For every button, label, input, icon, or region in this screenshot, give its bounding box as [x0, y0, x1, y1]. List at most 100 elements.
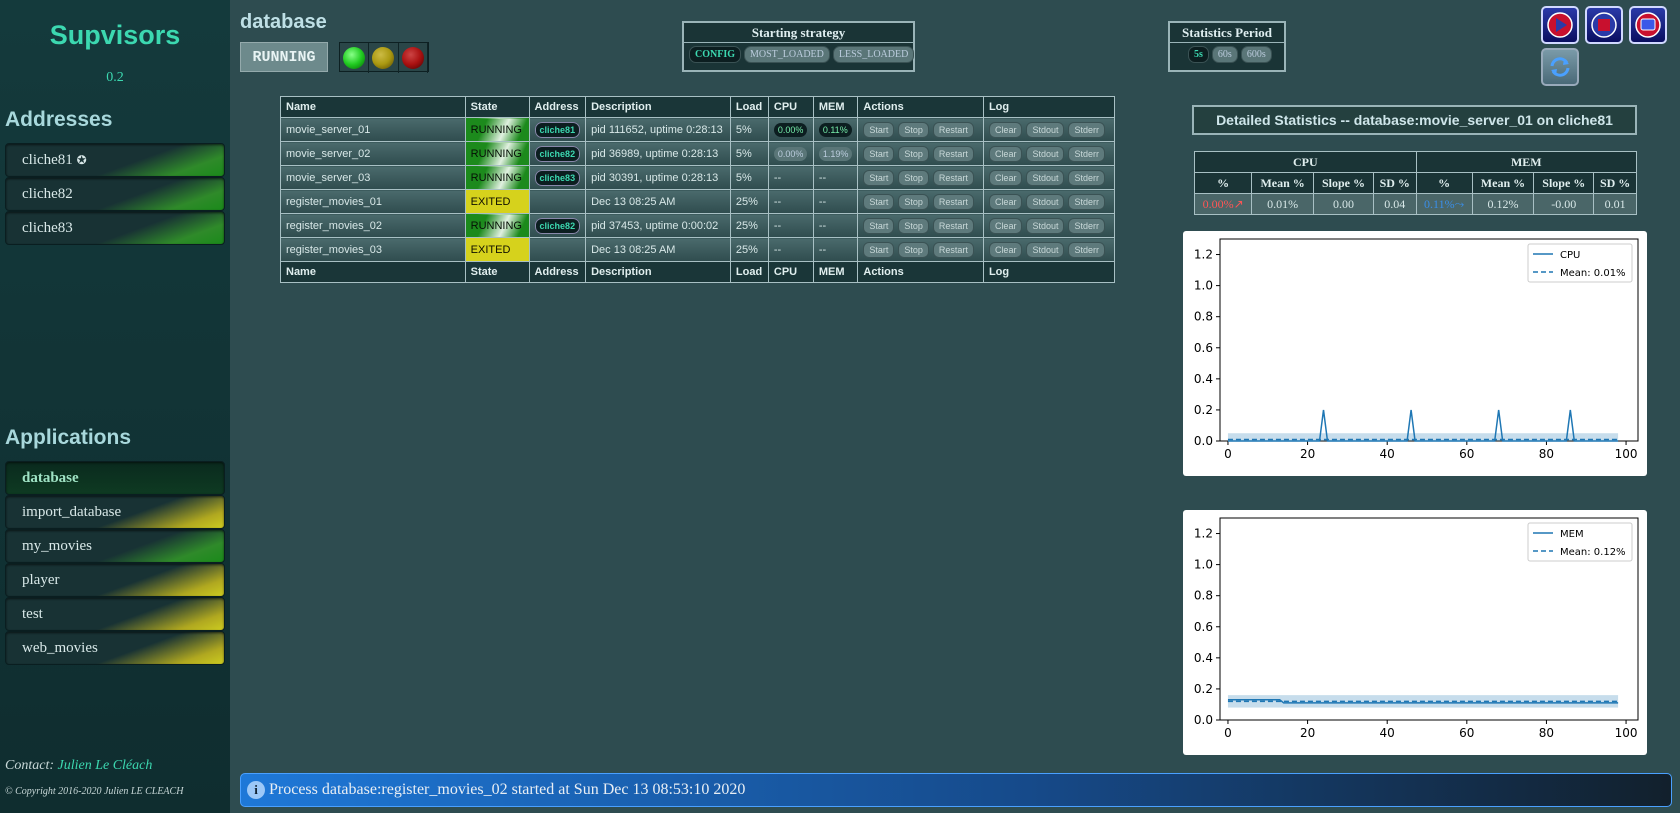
process-name[interactable]: register_movies_02	[280, 213, 466, 238]
application-label: test	[22, 606, 43, 622]
restart-button[interactable]: Restart	[932, 217, 974, 234]
stop-button[interactable]: Stop	[898, 169, 929, 186]
stats-subheader: Slope %	[1533, 172, 1595, 194]
strategy-less-loaded-button[interactable]: LESS_LOADED	[832, 46, 915, 63]
table-header-row: Name State Address Description Load CPU …	[280, 96, 1116, 118]
refresh-icon	[1550, 57, 1570, 77]
process-name[interactable]: movie_server_01	[280, 117, 466, 142]
restart-button[interactable]: Restart	[932, 145, 974, 162]
restart-button[interactable]: Restart	[932, 193, 974, 210]
start-button[interactable]: Start	[863, 217, 895, 234]
refresh-button[interactable]	[1541, 48, 1579, 86]
address-badge[interactable]: cliche81	[534, 121, 581, 138]
stop-button[interactable]: Stop	[898, 217, 929, 234]
process-address	[528, 189, 587, 214]
address-badge[interactable]: cliche82	[534, 145, 581, 162]
clear-button[interactable]: Clear	[988, 241, 1023, 258]
period-5s-button[interactable]: 5s	[1188, 46, 1209, 63]
application-item-player[interactable]: player	[5, 563, 225, 597]
stderr-button[interactable]: Stderr	[1068, 169, 1105, 186]
table-row: register_movies_02 RUNNING cliche82 pid …	[280, 213, 1116, 238]
application-item-test[interactable]: test	[5, 597, 225, 631]
clear-button[interactable]: Clear	[988, 193, 1023, 210]
start-button[interactable]: Start	[863, 145, 895, 162]
y-tick-label: 0.6	[1194, 341, 1213, 355]
stderr-button[interactable]: Stderr	[1068, 217, 1105, 234]
mem-stats-button[interactable]: 0.11%	[818, 122, 852, 137]
stop-button[interactable]: Stop	[898, 121, 929, 138]
process-name[interactable]: movie_server_02	[280, 141, 466, 166]
process-description: pid 36989, uptime 0:28:13	[585, 141, 731, 166]
cpu-stats-button[interactable]: 0.00%	[773, 146, 808, 161]
stderr-button[interactable]: Stderr	[1068, 241, 1105, 258]
process-mem: 1.19%	[812, 141, 859, 166]
clear-button[interactable]: Clear	[988, 121, 1023, 138]
stderr-button[interactable]: Stderr	[1068, 121, 1105, 138]
start-button[interactable]: Start	[863, 241, 895, 258]
restart-button[interactable]: Restart	[932, 121, 974, 138]
stdout-button[interactable]: Stdout	[1026, 217, 1065, 234]
stderr-button[interactable]: Stderr	[1068, 193, 1105, 210]
process-address: cliche83	[528, 165, 587, 190]
process-mem: --	[812, 213, 859, 238]
clear-button[interactable]: Clear	[988, 169, 1023, 186]
process-cpu: 0.00%	[767, 141, 814, 166]
start-button[interactable]: Start	[863, 169, 895, 186]
stdout-button[interactable]: Stdout	[1026, 145, 1065, 162]
table-row: movie_server_03 RUNNING cliche83 pid 303…	[280, 165, 1116, 190]
process-name[interactable]: register_movies_01	[280, 189, 466, 214]
start-button[interactable]: Start	[863, 193, 895, 210]
stats-value[interactable]: 0.00%↗	[1193, 193, 1253, 215]
shutdown-button[interactable]	[1585, 6, 1623, 44]
green-light	[340, 43, 370, 73]
x-tick-label: 0	[1224, 447, 1232, 461]
application-item-web-movies[interactable]: web_movies	[5, 631, 225, 665]
clear-button[interactable]: Clear	[988, 145, 1023, 162]
stdout-button[interactable]: Stdout	[1026, 241, 1065, 258]
application-item-my-movies[interactable]: my_movies	[5, 529, 225, 563]
message-bar: i Process database:register_movies_02 st…	[240, 773, 1672, 807]
application-item-import-database[interactable]: import_database	[5, 495, 225, 529]
application-item-database[interactable]: database	[5, 461, 225, 495]
stop-button[interactable]: Stop	[898, 145, 929, 162]
start-button[interactable]: Start	[863, 121, 895, 138]
stats-value[interactable]: 0.11%⤳	[1415, 193, 1473, 215]
process-state: RUNNING	[464, 165, 530, 190]
stdout-button[interactable]: Stdout	[1026, 169, 1065, 186]
stdout-button[interactable]: Stdout	[1026, 193, 1065, 210]
application-state-badge: RUNNING	[240, 42, 328, 72]
restart-button[interactable]	[1541, 6, 1579, 44]
process-name[interactable]: register_movies_03	[280, 237, 466, 262]
strategy-config-button[interactable]: CONFIG	[689, 46, 741, 63]
address-badge[interactable]: cliche82	[534, 217, 581, 234]
stats-value: 0.01%	[1251, 193, 1314, 215]
stdout-button[interactable]: Stdout	[1026, 121, 1065, 138]
strategy-most-loaded-button[interactable]: MOST_LOADED	[744, 46, 830, 63]
stop-button[interactable]: Stop	[898, 193, 929, 210]
stop-button[interactable]: Stop	[898, 241, 929, 258]
application-label: player	[22, 572, 60, 588]
period-60s-button[interactable]: 60s	[1211, 46, 1238, 63]
process-cpu: --	[767, 189, 814, 214]
y-tick-label: 0.2	[1194, 682, 1213, 696]
address-badge[interactable]: cliche83	[534, 169, 581, 186]
contact-link[interactable]: Julien Le Cléach	[58, 758, 153, 773]
period-600s-button[interactable]: 600s	[1240, 46, 1272, 63]
process-state: EXITED	[464, 189, 530, 214]
address-item-cliche83[interactable]: cliche83	[5, 211, 225, 245]
restart-button[interactable]: Restart	[932, 241, 974, 258]
app-version: 0.2	[106, 70, 124, 85]
address-item-cliche82[interactable]: cliche82	[5, 177, 225, 211]
stats-subheader: SD %	[1372, 172, 1417, 194]
process-name[interactable]: movie_server_03	[280, 165, 466, 190]
stderr-button[interactable]: Stderr	[1068, 145, 1105, 162]
address-item-cliche81[interactable]: cliche81 ✪	[5, 143, 225, 177]
mem-stats-button[interactable]: 1.19%	[818, 146, 853, 161]
mem-value: --	[818, 171, 827, 184]
cpu-stats-button[interactable]: 0.00%	[773, 122, 808, 137]
video-button[interactable]	[1629, 6, 1667, 44]
starting-strategy-title: Starting strategy	[684, 23, 913, 43]
table-footer-row: Name State Address Description Load CPU …	[280, 261, 1116, 283]
clear-button[interactable]: Clear	[988, 217, 1023, 234]
restart-button[interactable]: Restart	[932, 169, 974, 186]
